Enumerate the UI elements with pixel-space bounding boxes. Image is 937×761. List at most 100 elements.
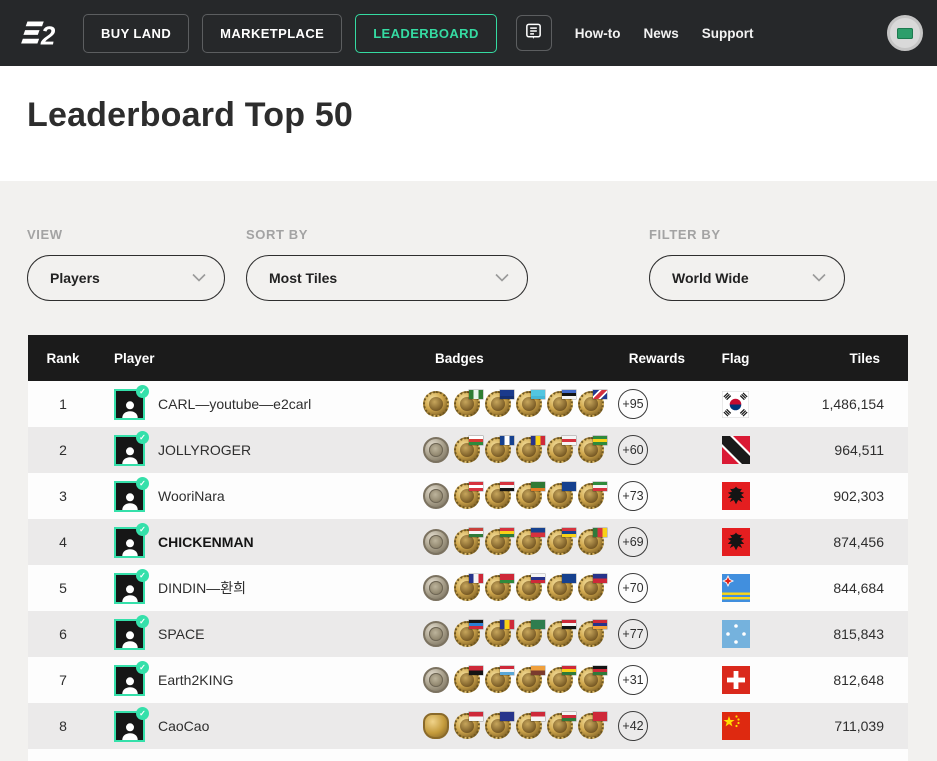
column-header-player: Player <box>114 350 155 366</box>
column-header-flag: Flag <box>721 350 750 366</box>
achievement-badge-icon[interactable] <box>454 436 483 463</box>
achievement-badge-icon[interactable] <box>578 482 607 509</box>
table-row[interactable]: 3 ✓ WooriNara +73 902,303 <box>28 473 908 519</box>
achievement-badge-icon[interactable] <box>454 620 483 647</box>
achievement-badge-icon[interactable] <box>516 620 545 647</box>
medal-globe-icon[interactable] <box>423 621 449 647</box>
achievement-badge-icon[interactable] <box>547 390 576 417</box>
reward-count-badge: +73 <box>618 481 648 511</box>
table-row[interactable]: 7 ✓ Earth2KING +31 812,648 <box>28 657 908 703</box>
achievement-badge-icon[interactable] <box>547 666 576 693</box>
achievement-badge-icon[interactable] <box>516 528 545 555</box>
column-header-rewards: Rewards <box>628 350 685 366</box>
table-row[interactable]: 2 ✓ JOLLYROGER +60 964,511 <box>28 427 908 473</box>
player-name: WooriNara <box>158 488 225 504</box>
achievement-badge-icon[interactable] <box>516 482 545 509</box>
table-row[interactable]: 8 ✓ CaoCao +42 711,039 <box>28 703 908 749</box>
player-avatar[interactable]: ✓ <box>114 706 149 742</box>
achievement-badge-icon[interactable] <box>578 620 607 647</box>
player-avatar[interactable]: ✓ <box>114 430 149 466</box>
achievement-badge-icon[interactable] <box>547 574 576 601</box>
achievement-badge-icon[interactable] <box>485 482 514 509</box>
achievement-badge-icon[interactable] <box>578 666 607 693</box>
player-cell[interactable]: ✓ SPACE <box>98 614 423 650</box>
medal-globe-icon[interactable] <box>423 437 449 463</box>
achievement-badge-icon[interactable] <box>516 666 545 693</box>
badge-flag-faroe-islands <box>562 436 576 445</box>
player-cell[interactable]: ✓ CHICKENMAN <box>98 522 423 558</box>
player-avatar[interactable]: ✓ <box>114 614 149 650</box>
achievement-badge-icon[interactable] <box>578 390 607 417</box>
achievement-badge-icon[interactable] <box>547 712 576 739</box>
achievement-badge-icon[interactable] <box>485 436 514 463</box>
achievement-badge-icon[interactable] <box>454 390 483 417</box>
e2-logo[interactable]: 2 <box>14 19 62 47</box>
player-cell[interactable]: ✓ Earth2KING <box>98 660 423 696</box>
achievement-badge-icon[interactable] <box>485 712 514 739</box>
achievement-badge-icon[interactable] <box>547 482 576 509</box>
achievement-badge-icon[interactable] <box>547 528 576 555</box>
player-cell[interactable]: ✓ CARL—youtube—e2carl <box>98 384 423 420</box>
nav-leaderboard-button[interactable]: LEADERBOARD <box>355 13 497 53</box>
achievement-badge-icon[interactable] <box>547 620 576 647</box>
achievement-badge-icon[interactable] <box>454 528 483 555</box>
table-row[interactable]: 1 ✓ CARL—youtube—e2carl +95 1,486,154 <box>28 381 908 427</box>
player-cell[interactable]: ✓ DINDIN—환희 <box>98 568 423 604</box>
verified-check-icon: ✓ <box>136 476 149 490</box>
table-header-row: Rank Player Badges Rewards Flag Tiles <box>28 335 908 381</box>
profile-avatar[interactable] <box>887 15 923 51</box>
view-select[interactable]: Players <box>27 255 225 301</box>
achievement-badge-icon[interactable] <box>454 712 483 739</box>
achievement-badge-icon[interactable] <box>516 390 545 417</box>
achievement-badge-icon[interactable] <box>578 528 607 555</box>
nav-how-to-link[interactable]: How-to <box>575 26 621 41</box>
chevron-down-icon <box>495 269 509 287</box>
achievement-badge-icon[interactable] <box>454 574 483 601</box>
player-avatar[interactable]: ✓ <box>114 522 149 558</box>
table-row-partial <box>28 749 908 761</box>
sort-select[interactable]: Most Tiles <box>246 255 528 301</box>
medal-trophy-icon[interactable] <box>423 713 449 739</box>
player-avatar[interactable]: ✓ <box>114 568 149 604</box>
medal-globe-icon[interactable] <box>423 483 449 509</box>
table-row[interactable]: 5 ✓ DINDIN—환희 +70 844,684 <box>28 565 908 611</box>
achievement-badge-icon[interactable] <box>578 436 607 463</box>
medal-globe-icon[interactable] <box>423 667 449 693</box>
player-avatar[interactable]: ✓ <box>114 384 149 420</box>
player-cell[interactable]: ✓ JOLLYROGER <box>98 430 423 466</box>
medal-globe-icon[interactable] <box>423 529 449 555</box>
medal-globe-icon[interactable] <box>423 575 449 601</box>
medal-globe-icon[interactable] <box>423 391 449 417</box>
badge-flag-sri-lanka <box>531 666 545 675</box>
tiles-value: 815,843 <box>833 626 884 642</box>
table-row[interactable]: 6 ✓ SPACE +77 815,843 <box>28 611 908 657</box>
badges-cell <box>423 620 618 647</box>
achievement-badge-icon[interactable] <box>485 574 514 601</box>
achievement-badge-icon[interactable] <box>516 574 545 601</box>
region-select[interactable]: World Wide <box>649 255 845 301</box>
player-name: Earth2KING <box>158 672 234 688</box>
table-row[interactable]: 4 ✓ CHICKENMAN +69 874,456 <box>28 519 908 565</box>
achievement-badge-icon[interactable] <box>485 390 514 417</box>
achievement-badge-icon[interactable] <box>454 666 483 693</box>
player-avatar[interactable]: ✓ <box>114 476 149 512</box>
nav-marketplace-button[interactable]: MARKETPLACE <box>202 13 343 53</box>
achievement-badge-icon[interactable] <box>578 574 607 601</box>
player-cell[interactable]: ✓ CaoCao <box>98 706 423 742</box>
player-cell[interactable]: ✓ WooriNara <box>98 476 423 512</box>
achievement-badge-icon[interactable] <box>516 436 545 463</box>
achievement-badge-icon[interactable] <box>516 712 545 739</box>
achievement-badge-icon[interactable] <box>485 620 514 647</box>
achievement-badge-icon[interactable] <box>485 528 514 555</box>
nav-buy-land-button[interactable]: BUY LAND <box>83 13 190 53</box>
achievement-badge-icon[interactable] <box>454 482 483 509</box>
player-avatar[interactable]: ✓ <box>114 660 149 696</box>
nav-support-link[interactable]: Support <box>702 26 754 41</box>
news-list-button[interactable] <box>515 15 552 51</box>
chevron-down-icon <box>812 269 826 287</box>
achievement-badge-icon[interactable] <box>578 712 607 739</box>
nav-news-link[interactable]: News <box>643 26 678 41</box>
achievement-badge-icon[interactable] <box>485 666 514 693</box>
achievement-badge-icon[interactable] <box>547 436 576 463</box>
tiles-value: 812,648 <box>833 672 884 688</box>
